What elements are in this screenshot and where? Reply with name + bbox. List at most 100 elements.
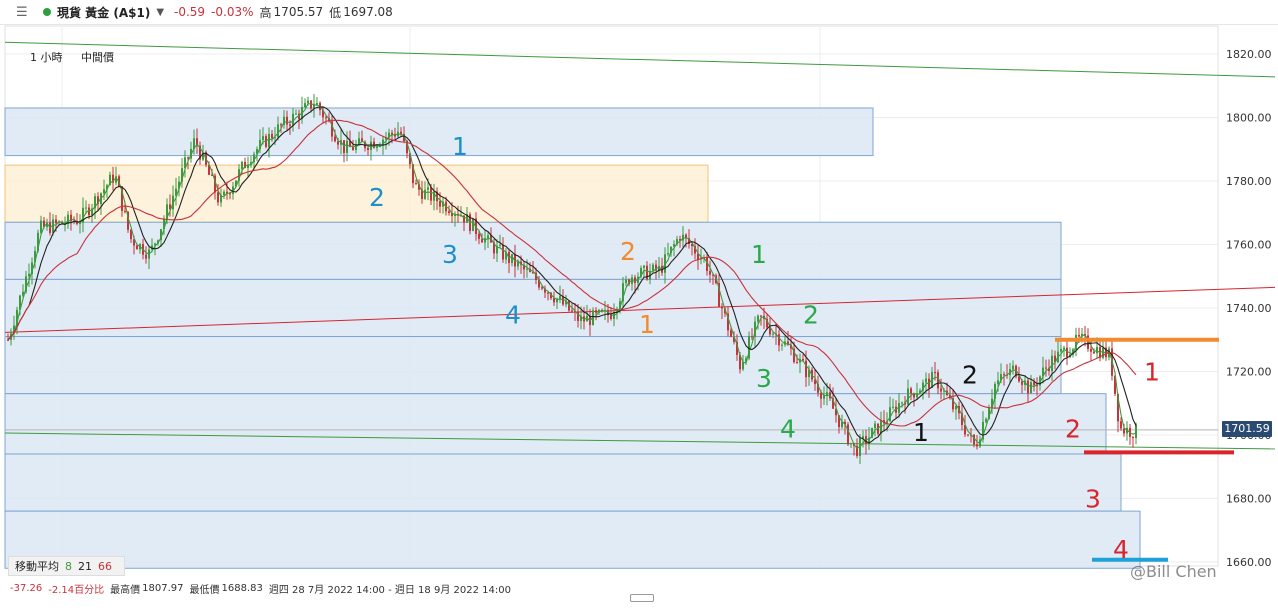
candle-body (634, 277, 636, 284)
y-tick-label: 1720.00 (1226, 365, 1272, 378)
candle-body (1102, 347, 1104, 358)
candle-body (1051, 355, 1053, 372)
candle-body (541, 287, 543, 289)
candle-body (874, 423, 876, 428)
candle-body (1078, 334, 1080, 337)
candle-body (376, 146, 378, 148)
candle-body (1027, 380, 1029, 394)
candle-body (28, 273, 30, 277)
candle-body (430, 187, 432, 201)
candle-body (448, 211, 450, 214)
price-chart[interactable]: 1820.00 1800.00 1780.00 1760.00 1740.00 1720.… (0, 24, 1278, 576)
candle-body (415, 183, 417, 185)
y-tick-label: 1680.00 (1226, 492, 1272, 505)
candle-body (343, 140, 345, 153)
candle-body (280, 124, 282, 126)
candle-body (241, 161, 243, 170)
candle-body (391, 132, 393, 135)
candle-body (760, 315, 762, 317)
candle-body (571, 310, 573, 312)
candle-body (277, 124, 279, 138)
candle-body (286, 116, 288, 125)
candle-body (424, 189, 426, 199)
ma-legend-label: 移動平均 (15, 560, 59, 573)
timeframe-label[interactable]: 1 小時 (30, 49, 63, 65)
wave-label: 1 (751, 240, 767, 269)
candle-body (910, 388, 912, 394)
candle-body (187, 157, 189, 159)
abs-change: -37.26 (10, 582, 43, 594)
candle-body (502, 244, 504, 260)
candle-body (511, 254, 513, 263)
candle-body (1060, 348, 1062, 352)
candle-body (1090, 348, 1092, 352)
candle-body (772, 333, 774, 335)
candle-body (796, 362, 798, 364)
candle-body (709, 271, 711, 275)
zone-box (4, 510, 1141, 569)
min-value: 1688.83 (221, 582, 263, 594)
max-value: 1807.97 (142, 582, 184, 594)
zone-box (4, 278, 1062, 338)
candle-body (667, 253, 669, 255)
candle-body (367, 147, 369, 151)
candle-body (262, 136, 264, 140)
y-tick-label: 1780.00 (1226, 175, 1272, 188)
candle-body (1120, 421, 1122, 429)
candle-body (778, 334, 780, 346)
low-label: 低 (329, 5, 342, 20)
wave-label: 2 (962, 361, 978, 390)
candle-body (481, 238, 483, 243)
candle-body (1123, 428, 1125, 434)
moving-average-legend[interactable]: 移動平均 8 21 66 (8, 556, 125, 576)
wave-label: 1 (639, 310, 655, 339)
candle-body (595, 310, 597, 313)
wave-label: 1 (913, 418, 929, 447)
candle-body (730, 330, 732, 337)
candle-body (781, 344, 783, 346)
candle-body (337, 141, 339, 145)
candle-body (478, 233, 480, 239)
low-value: 1697.08 (343, 5, 393, 19)
candle-body (325, 117, 327, 119)
scrollbar-handle[interactable] (630, 594, 654, 602)
candle-body (271, 133, 273, 139)
candle-body (1021, 381, 1023, 385)
candle-body (901, 402, 903, 404)
wave-label: 2 (369, 183, 385, 212)
candle-body (487, 235, 489, 239)
candle-body (997, 380, 999, 384)
ma-period-8: 8 (65, 559, 72, 573)
y-tick-label: 1740.00 (1226, 302, 1272, 315)
candle-body (103, 189, 105, 194)
candle-body (721, 306, 723, 309)
min-label: 最低價 (189, 584, 220, 596)
candle-body (289, 124, 291, 126)
candle-body (304, 103, 306, 108)
candle-body (472, 218, 474, 231)
candle-body (1030, 382, 1032, 394)
candle-body (295, 113, 297, 115)
candle-body (751, 336, 753, 338)
candle-body (934, 372, 936, 374)
candle-body (268, 133, 270, 147)
candle-body (1066, 347, 1068, 358)
price-type-label[interactable]: 中間價 (81, 49, 114, 65)
candle-body (334, 136, 336, 142)
candle-body (1135, 424, 1137, 438)
candle-body (124, 210, 126, 212)
candle-body (223, 191, 225, 196)
chevron-down-icon[interactable]: ▼ (156, 7, 164, 18)
wave-label: 2 (803, 300, 819, 329)
menu-icon[interactable]: ☰ (16, 5, 29, 20)
status-dot-icon (43, 8, 51, 16)
candle-body (985, 418, 987, 422)
candle-body (1003, 374, 1005, 376)
symbol-title[interactable]: 現貨 黃金 (A$1) (57, 4, 150, 21)
max-label: 最高價 (110, 584, 141, 596)
candle-body (346, 140, 348, 153)
candle-body (643, 265, 645, 268)
wave-label: 2 (1065, 415, 1081, 444)
wave-label: 4 (1113, 535, 1129, 564)
candle-body (757, 315, 759, 322)
